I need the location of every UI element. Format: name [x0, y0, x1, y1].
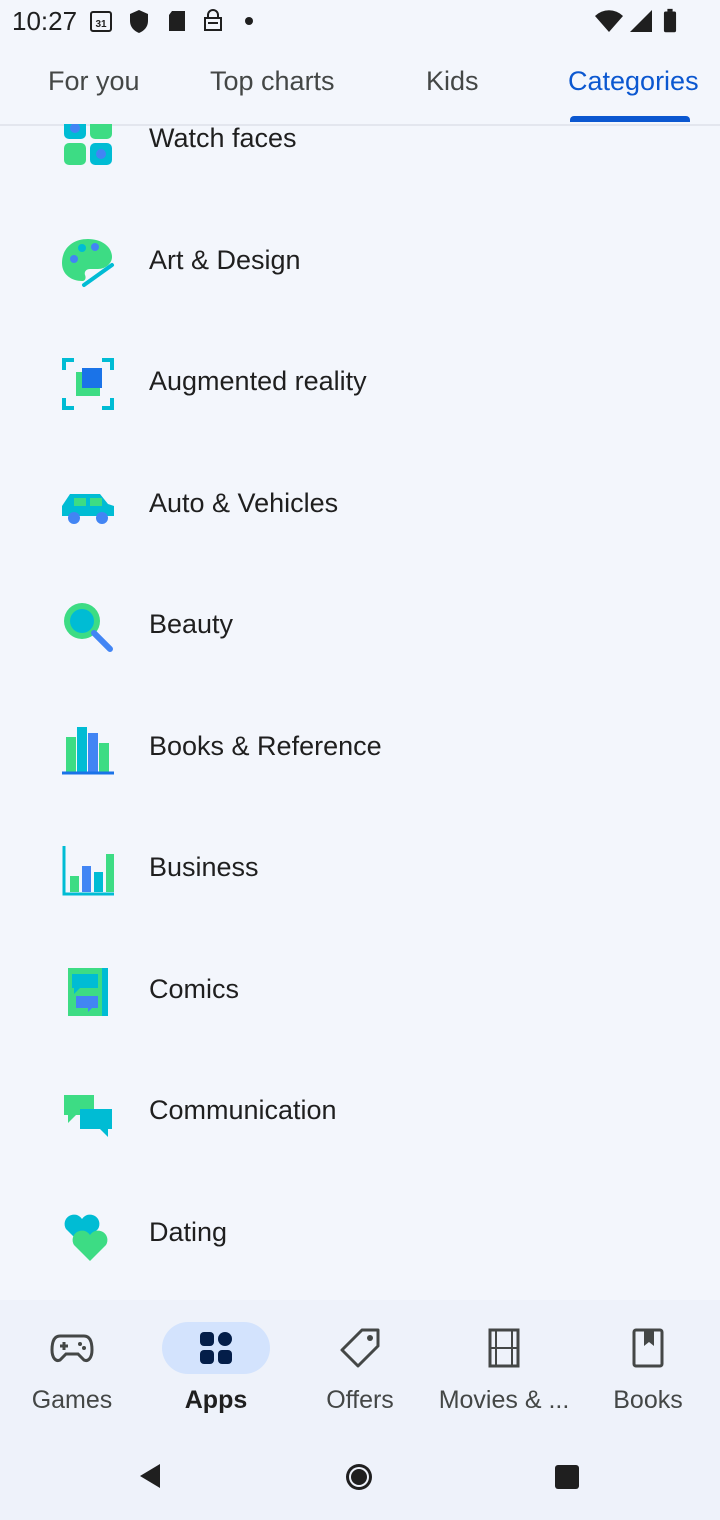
category-books-reference[interactable]: Books & Reference: [0, 694, 720, 804]
category-watch-faces[interactable]: Watch faces: [0, 124, 720, 196]
status-bar: 10:27 31: [0, 0, 720, 44]
books-icon: [62, 727, 114, 775]
dot-icon: [245, 17, 253, 25]
category-label: Business: [149, 852, 259, 882]
home-icon[interactable]: [342, 1460, 376, 1494]
category-label: Watch faces: [149, 124, 297, 153]
tab-for-you[interactable]: For you: [48, 66, 140, 97]
nav-offers[interactable]: Offers: [288, 1300, 432, 1430]
category-label: Art & Design: [149, 245, 301, 275]
active-tab-indicator: [570, 116, 690, 122]
signal-icon: [630, 10, 652, 32]
comics-icon: [68, 968, 108, 1016]
tab-kids[interactable]: Kids: [426, 66, 479, 97]
status-time: 10:27: [12, 6, 78, 36]
category-label: Dating: [149, 1217, 228, 1247]
tab-categories[interactable]: Categories: [568, 66, 699, 97]
nav-movies[interactable]: Movies & ...: [432, 1300, 576, 1430]
shield-icon: [130, 10, 148, 33]
tag-icon: [340, 1328, 380, 1368]
category-communication[interactable]: Communication: [0, 1058, 720, 1168]
category-art-design[interactable]: Art & Design: [0, 208, 720, 318]
category-list[interactable]: Watch faces Art & Design Augmented reali…: [0, 124, 720, 1300]
bookmark-book-icon: [632, 1328, 664, 1368]
category-label: Books & Reference: [149, 731, 382, 761]
augmented-reality-icon: [62, 358, 114, 410]
store-icon: [204, 9, 222, 31]
chat-bubbles-icon: [64, 1095, 112, 1137]
category-augmented-reality[interactable]: Augmented reality: [0, 329, 720, 439]
nav-books[interactable]: Books: [576, 1300, 720, 1430]
mirror-icon: [64, 603, 113, 652]
category-label: Auto & Vehicles: [149, 488, 339, 518]
back-icon[interactable]: [134, 1460, 166, 1492]
nav-label: Books: [613, 1386, 683, 1414]
top-tabs: For you Top charts Kids Categories: [0, 44, 720, 126]
tab-top-charts[interactable]: Top charts: [210, 66, 335, 97]
film-icon: [488, 1328, 520, 1368]
category-label: Augmented reality: [149, 366, 367, 396]
category-auto-vehicles[interactable]: Auto & Vehicles: [0, 451, 720, 561]
battery-icon: [663, 8, 677, 33]
category-label: Beauty: [149, 609, 234, 639]
car-icon: [62, 494, 114, 524]
category-comics[interactable]: Comics: [0, 937, 720, 1047]
recents-icon[interactable]: [552, 1462, 582, 1492]
calendar-day: 31: [95, 19, 107, 30]
nav-label: Games: [31, 1386, 113, 1414]
nav-label: Apps: [184, 1386, 248, 1414]
category-dating[interactable]: Dating: [0, 1180, 720, 1290]
sd-card-icon: [169, 11, 185, 31]
art-design-icon: [62, 239, 114, 287]
nav-label: Offers: [326, 1386, 394, 1414]
category-label: Comics: [149, 974, 240, 1004]
nav-apps[interactable]: Apps: [144, 1300, 288, 1430]
wifi-icon: [595, 10, 623, 32]
nav-games[interactable]: Games: [0, 1300, 144, 1430]
category-label: Communication: [149, 1095, 337, 1125]
bottom-navigation: Games Apps Offers Movies & ... Books: [0, 1300, 720, 1430]
category-beauty[interactable]: Beauty: [0, 572, 720, 682]
hearts-icon: [64, 1214, 108, 1261]
apps-grid-icon: [200, 1332, 232, 1364]
gamepad-icon: [50, 1334, 94, 1362]
category-business[interactable]: Business: [0, 815, 720, 925]
bar-chart-icon: [62, 846, 114, 896]
system-navigation-bar: [0, 1430, 720, 1520]
nav-label: Movies & ...: [438, 1386, 570, 1414]
calendar-icon: 31: [90, 11, 112, 32]
watch-faces-icon: [64, 124, 112, 165]
